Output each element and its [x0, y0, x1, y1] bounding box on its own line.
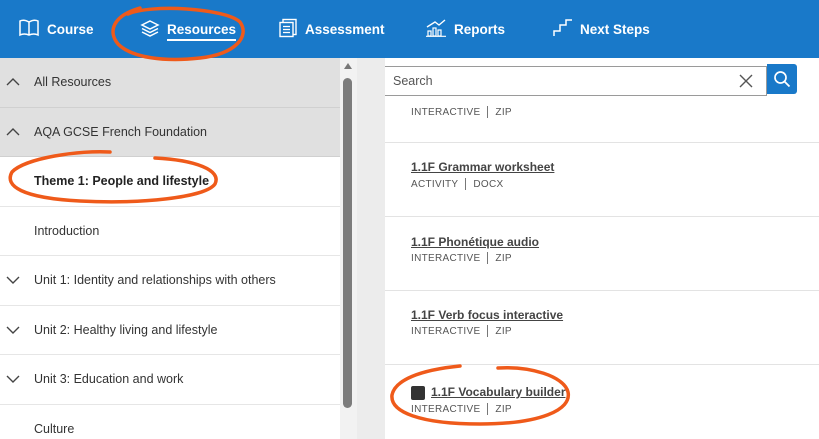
resource-format: ZIP	[495, 252, 512, 264]
scrollbar-thumb[interactable]	[343, 78, 352, 408]
resource-title-link[interactable]: 1.1F Grammar worksheet	[411, 160, 554, 174]
nav-tab-reports[interactable]: Reports	[425, 0, 505, 58]
resource-format: ZIP	[495, 106, 512, 118]
search-icon	[774, 71, 791, 88]
chevron-up-icon	[6, 127, 20, 136]
resource-format: ZIP	[495, 325, 512, 337]
search-input[interactable]	[393, 74, 693, 88]
chevron-down-icon	[6, 375, 20, 384]
resource-format: ZIP	[495, 403, 512, 415]
sidebar-item-label: Culture	[34, 421, 75, 436]
resource-meta: INTERACTIVE ZIP	[411, 106, 512, 118]
sidebar-scrollbar[interactable]	[340, 58, 357, 439]
resource-sidebar: All Resources AQA GCSE French Foundation…	[0, 58, 357, 439]
chevron-down-icon	[6, 326, 20, 334]
resource-meta: INTERACTIVE ZIP	[411, 252, 512, 264]
nav-tab-course[interactable]: Course	[18, 0, 94, 58]
nav-tab-label: Next Steps	[580, 21, 650, 37]
sidebar-item-culture[interactable]: Culture	[0, 405, 340, 439]
resource-item[interactable]: 1.1F Phonétique audio INTERACTIVE ZIP	[385, 217, 819, 291]
chevron-up-icon	[6, 78, 20, 86]
sidebar-item-label: Unit 2: Healthy living and lifestyle	[34, 322, 218, 337]
resource-item[interactable]: 1.1F Verb focus interactive INTERACTIVE Z…	[385, 291, 819, 365]
steps-icon	[553, 18, 573, 40]
search-button[interactable]	[767, 64, 797, 94]
resource-type: INTERACTIVE	[411, 403, 481, 415]
resource-type: INTERACTIVE	[411, 106, 481, 118]
sidebar-item-all-resources[interactable]: All Resources	[0, 58, 340, 108]
bar-chart-icon	[425, 18, 447, 40]
nav-tab-label: Reports	[454, 21, 506, 37]
resource-meta: INTERACTIVE ZIP	[411, 403, 512, 415]
resource-meta: INTERACTIVE ZIP	[411, 325, 512, 337]
nav-tab-resources[interactable]: Resources	[140, 0, 237, 58]
sidebar-item-label: All Resources	[34, 75, 112, 90]
clipboard-icon	[278, 18, 298, 41]
resource-type: ACTIVITY	[411, 178, 459, 190]
sidebar-item-label: Introduction	[34, 223, 100, 238]
resource-type: INTERACTIVE	[411, 252, 481, 264]
sidebar-item-unit-3[interactable]: Unit 3: Education and work	[0, 355, 340, 405]
nav-tab-next-steps[interactable]: Next Steps	[553, 0, 650, 58]
chevron-down-icon	[6, 276, 20, 285]
sidebar-item-label: AQA GCSE French Foundation	[34, 124, 208, 139]
nav-tab-assessment[interactable]: Assessment	[278, 0, 385, 58]
interactive-badge-icon	[411, 386, 425, 400]
close-icon[interactable]	[738, 73, 754, 89]
resource-item[interactable]: 1.1F Vocabulary builder INTERACTIVE ZIP	[385, 365, 819, 439]
top-navigation: Course Resources Assessment Reports Next…	[0, 0, 819, 58]
panel-divider	[357, 58, 385, 439]
resource-type: INTERACTIVE	[411, 325, 481, 337]
search-field[interactable]	[385, 66, 767, 96]
book-icon	[18, 18, 40, 40]
sidebar-item-unit-1[interactable]: Unit 1: Identity and relationships with …	[0, 256, 340, 306]
scroll-up-arrow-icon[interactable]	[344, 63, 352, 69]
resource-results: INTERACTIVE ZIP 1.1F Grammar worksheet AC…	[385, 58, 819, 439]
resource-title-link[interactable]: 1.1F Phonétique audio	[411, 235, 539, 249]
nav-tab-label: Course	[47, 21, 94, 37]
layers-icon	[140, 19, 160, 40]
resource-item[interactable]: 1.1F Grammar worksheet ACTIVITY DOCX	[385, 143, 819, 217]
nav-tab-label: Resources	[167, 22, 237, 41]
resource-meta: ACTIVITY DOCX	[411, 178, 504, 190]
resource-title-link[interactable]: 1.1F Verb focus interactive	[411, 308, 563, 322]
sidebar-item-label: Unit 1: Identity and relationships with …	[34, 273, 276, 288]
resource-item[interactable]: INTERACTIVE ZIP	[385, 98, 819, 143]
resource-tree: All Resources AQA GCSE French Foundation…	[0, 58, 340, 439]
sidebar-item-unit-2[interactable]: Unit 2: Healthy living and lifestyle	[0, 306, 340, 355]
sidebar-item-introduction[interactable]: Introduction	[0, 207, 340, 256]
sidebar-item-aqa-gcse-french[interactable]: AQA GCSE French Foundation	[0, 107, 340, 157]
resource-format: DOCX	[473, 178, 504, 190]
sidebar-item-label: Theme 1: People and lifestyle	[34, 174, 210, 189]
sidebar-item-theme-1[interactable]: Theme 1: People and lifestyle	[0, 157, 340, 207]
nav-tab-label: Assessment	[305, 21, 385, 37]
resource-title-link[interactable]: 1.1F Vocabulary builder	[431, 385, 565, 399]
sidebar-item-label: Unit 3: Education and work	[34, 372, 184, 387]
